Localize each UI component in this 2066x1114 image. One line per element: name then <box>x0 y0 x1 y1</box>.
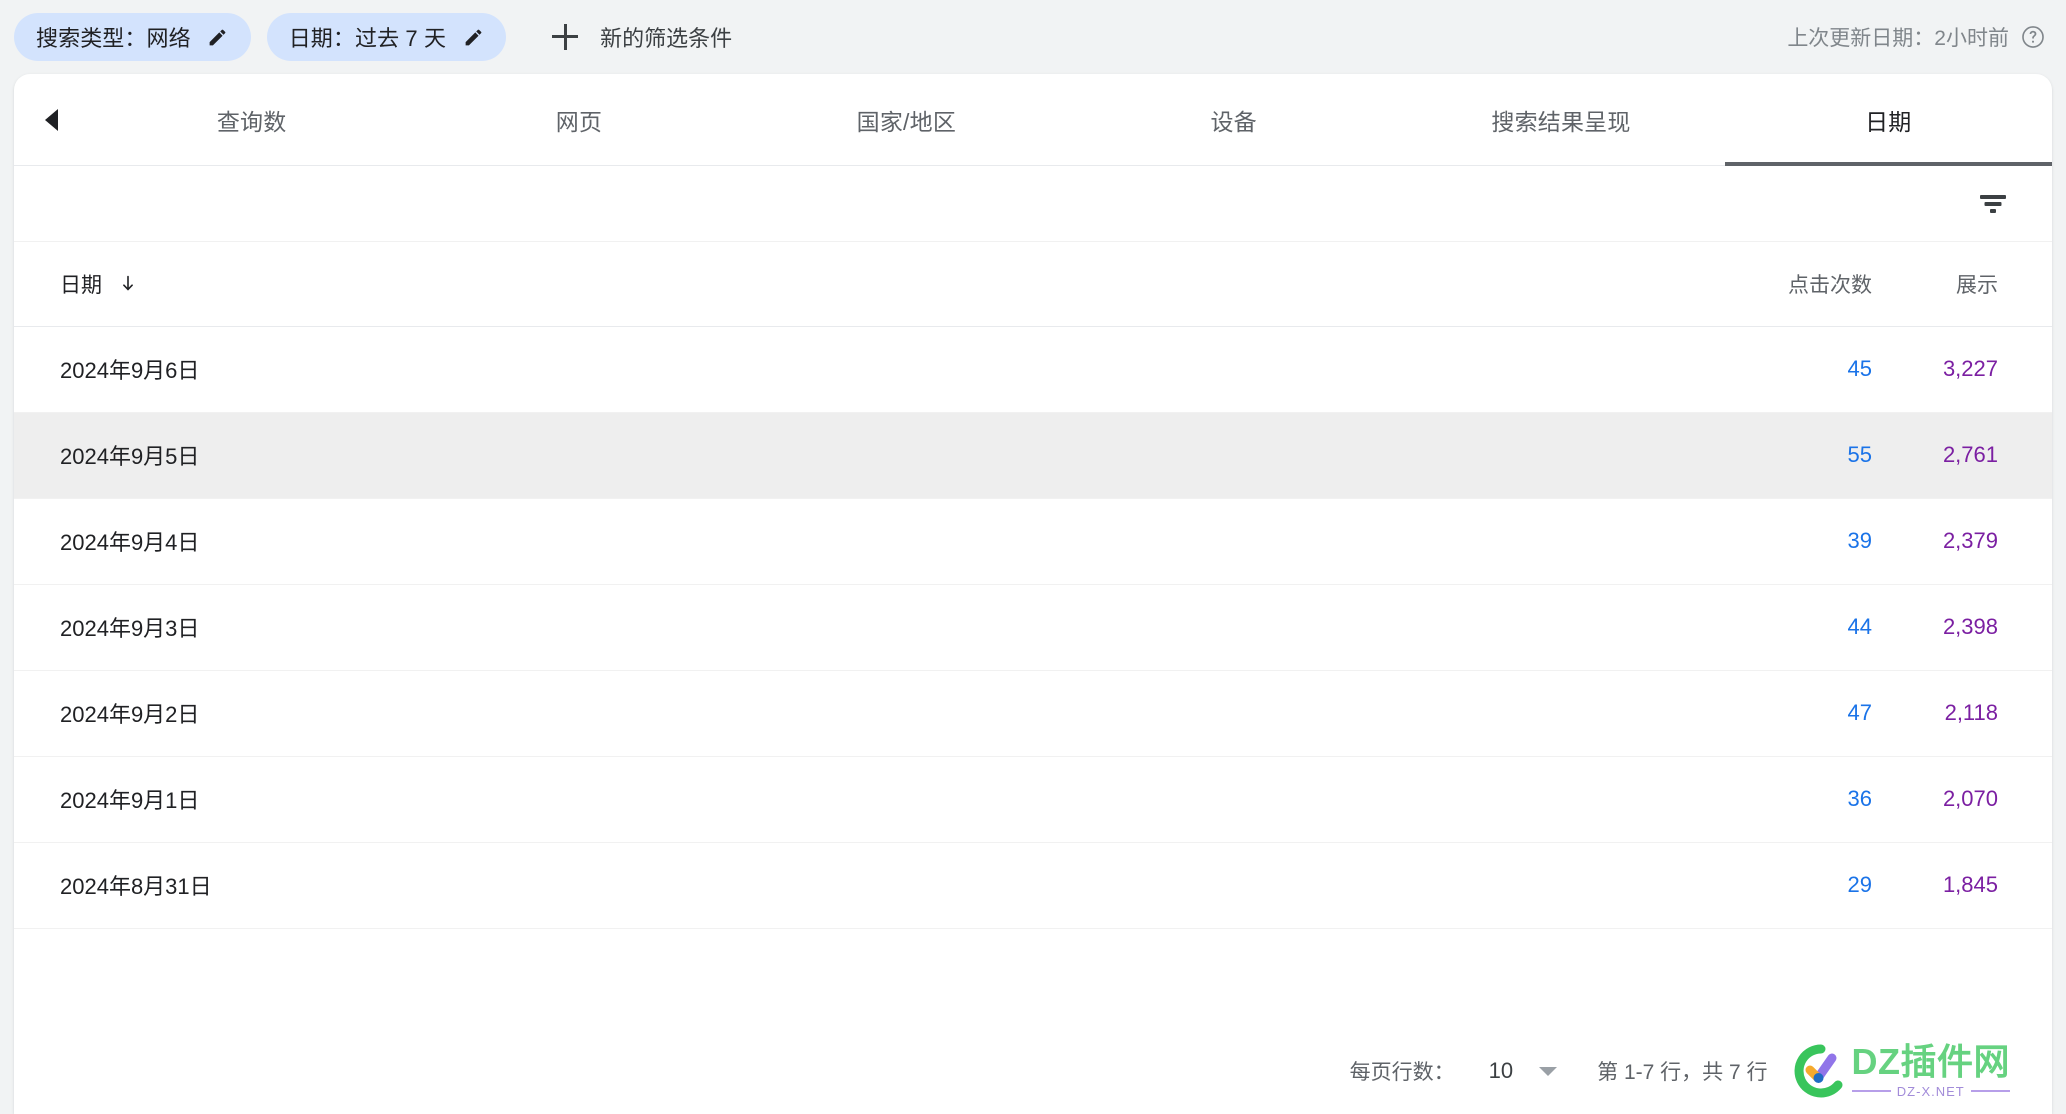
add-filter-label: 新的筛选条件 <box>600 26 733 51</box>
filter-chip-date[interactable]: 日期：过去 7 天 <box>266 13 507 61</box>
tab-label: 查询数 <box>216 108 287 135</box>
tabs: 查询数 网页 国家/地区 设备 搜索结果呈现 日期 <box>88 74 2052 166</box>
report-card: 查询数 网页 国家/地区 设备 搜索结果呈现 日期 日期 点击次数 展示 202… <box>14 74 2052 1114</box>
cell-date: 2024年9月4日 <box>14 498 1612 585</box>
tab-pages[interactable]: 网页 <box>415 74 742 165</box>
table-head: 日期 点击次数 展示 <box>14 242 2052 327</box>
cell-clicks: 44 <box>1612 584 1872 671</box>
cell-clicks: 47 <box>1612 670 1872 757</box>
cell-date: 2024年8月31日 <box>14 842 1612 929</box>
filter-chip-date-label: 日期：过去 7 天 <box>288 26 447 51</box>
table-body: 2024年9月6日 45 3,227 2024年9月5日 55 2,761 20… <box>14 326 2052 929</box>
watermark-text: DZ插件网 <box>1851 1040 2010 1082</box>
tab-strip: 查询数 网页 国家/地区 设备 搜索结果呈现 日期 <box>14 74 2052 166</box>
cell-impressions: 2,070 <box>1872 756 2052 843</box>
table-row[interactable]: 2024年9月5日 55 2,761 <box>14 412 2052 499</box>
column-header-impressions-label: 展示 <box>1956 273 1998 297</box>
table-row[interactable]: 2024年9月3日 44 2,398 <box>14 584 2052 671</box>
tab-label: 搜索结果呈现 <box>1491 108 1631 135</box>
cell-date: 2024年9月2日 <box>14 670 1612 757</box>
cell-impressions: 2,379 <box>1872 498 2052 585</box>
filter-chip-search-type-label: 搜索类型：网络 <box>36 26 191 51</box>
pencil-icon[interactable] <box>207 26 229 48</box>
last-updated: 上次更新日期：2小时前 <box>1787 22 2046 52</box>
cell-impressions: 1,845 <box>1872 842 2052 929</box>
rows-per-page-select[interactable]: 10 <box>1488 1058 1558 1084</box>
plus-icon <box>552 24 579 50</box>
metrics-table: 日期 点击次数 展示 2024年9月6日 45 3,227 2024年9月5日 … <box>14 242 2052 929</box>
caret-down-icon <box>1539 1066 1558 1076</box>
tab-devices[interactable]: 设备 <box>1070 74 1397 165</box>
table-toolbar <box>14 166 2052 242</box>
cell-date: 2024年9月5日 <box>14 412 1612 499</box>
tab-label: 国家/地区 <box>856 108 957 135</box>
filter-funnel-icon[interactable] <box>1968 179 2018 229</box>
rows-per-page-label: 每页行数： <box>1349 1061 1455 1084</box>
help-circle-icon[interactable] <box>2020 24 2046 50</box>
tab-countries[interactable]: 国家/地区 <box>743 74 1070 165</box>
tab-label: 网页 <box>555 108 603 135</box>
cell-date: 2024年9月6日 <box>14 326 1612 413</box>
tab-queries[interactable]: 查询数 <box>88 74 415 165</box>
table-header-row: 日期 点击次数 展示 <box>14 242 2052 327</box>
table-row[interactable]: 2024年8月31日 29 1,845 <box>14 842 2052 929</box>
cell-clicks: 39 <box>1612 498 1872 585</box>
cell-date: 2024年9月1日 <box>14 756 1612 843</box>
column-header-date-label: 日期 <box>60 273 102 297</box>
cell-clicks: 36 <box>1612 756 1872 843</box>
cell-impressions: 2,118 <box>1872 670 2052 757</box>
cell-impressions: 2,761 <box>1872 412 2052 499</box>
arrow-down-icon <box>118 274 138 294</box>
rows-per-page-value: 10 <box>1488 1058 1514 1083</box>
column-header-date[interactable]: 日期 <box>14 242 1612 327</box>
tab-label: 日期 <box>1865 108 1912 135</box>
column-header-clicks-label: 点击次数 <box>1788 273 1872 297</box>
watermark: DZ插件网 DZ-X.NET <box>1794 1040 2011 1099</box>
table-footer: 每页行数： 10 第 1-7 行，共 7 行 DZ插件网 DZ-X.NET <box>14 1028 2052 1114</box>
tab-search-appearance[interactable]: 搜索结果呈现 <box>1397 74 1724 165</box>
cell-impressions: 2,398 <box>1872 584 2052 671</box>
add-filter-button[interactable]: 新的筛选条件 <box>540 13 750 61</box>
cell-date: 2024年9月3日 <box>14 584 1612 671</box>
table-row[interactable]: 2024年9月6日 45 3,227 <box>14 326 2052 413</box>
table-row[interactable]: 2024年9月4日 39 2,379 <box>14 498 2052 585</box>
table-row[interactable]: 2024年9月2日 47 2,118 <box>14 670 2052 757</box>
triangle-left-icon[interactable] <box>14 74 88 165</box>
filter-chip-search-type[interactable]: 搜索类型：网络 <box>14 13 251 61</box>
watermark-subtext: DZ-X.NET <box>1896 1083 1965 1099</box>
cell-clicks: 45 <box>1612 326 1872 413</box>
cell-impressions: 3,227 <box>1872 326 2052 413</box>
cell-clicks: 55 <box>1612 412 1872 499</box>
table-row[interactable]: 2024年9月1日 36 2,070 <box>14 756 2052 843</box>
dz-check-logo-icon <box>1794 1044 1842 1098</box>
column-header-impressions[interactable]: 展示 <box>1872 242 2052 327</box>
tab-dates[interactable]: 日期 <box>1724 74 2052 166</box>
pagination-range-label: 第 1-7 行，共 7 行 <box>1597 1061 1768 1084</box>
tab-label: 设备 <box>1210 108 1257 135</box>
last-updated-label: 上次更新日期：2小时前 <box>1787 27 2009 50</box>
cell-clicks: 29 <box>1612 842 1872 929</box>
column-header-clicks[interactable]: 点击次数 <box>1612 242 1872 327</box>
pencil-icon[interactable] <box>462 26 484 48</box>
filter-bar: 搜索类型：网络 日期：过去 7 天 新的筛选条件 上次更新日期：2小时前 <box>0 0 2066 74</box>
